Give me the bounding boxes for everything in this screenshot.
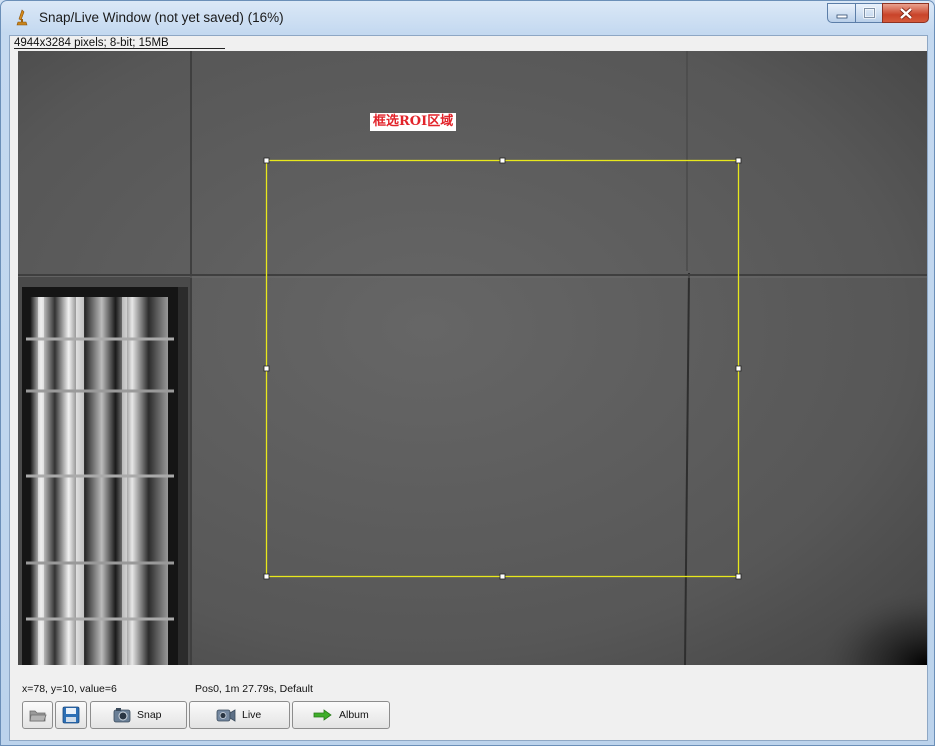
open-button[interactable] <box>22 701 53 729</box>
floppy-disk-icon <box>62 706 80 724</box>
roi-annotation-label: 框选ROI区域 <box>370 113 457 131</box>
roi-handle[interactable] <box>263 365 270 372</box>
camera-image <box>18 51 927 665</box>
roi-handle[interactable] <box>735 365 742 372</box>
snap-button[interactable]: Snap <box>90 701 187 729</box>
title-bar[interactable]: Snap/Live Window (not yet saved) (16%) <box>1 1 934 35</box>
snap-label: Snap <box>137 709 162 721</box>
album-label: Album <box>339 709 369 721</box>
maximize-button[interactable] <box>855 3 883 23</box>
save-button[interactable] <box>55 701 87 729</box>
folder-icon <box>29 710 47 722</box>
image-canvas[interactable]: 框选ROI区域 <box>18 51 927 665</box>
close-icon <box>899 7 913 20</box>
maximize-icon <box>863 7 876 19</box>
live-label: Live <box>242 709 262 721</box>
camera-icon <box>113 708 131 723</box>
live-button[interactable]: Live <box>189 701 290 729</box>
roi-handle[interactable] <box>263 573 270 580</box>
minimize-button[interactable] <box>827 3 856 23</box>
cursor-status: x=78, y=10, value=6 <box>22 683 117 695</box>
roi-handle[interactable] <box>735 573 742 580</box>
imagej-microscope-icon <box>15 9 29 27</box>
window-title: Snap/Live Window (not yet saved) (16%) <box>39 10 284 25</box>
album-button[interactable]: Album <box>292 701 390 729</box>
position-status: Pos0, 1m 27.79s, Default <box>195 683 313 695</box>
roi-handle[interactable] <box>735 157 742 164</box>
image-info-underline <box>14 48 225 49</box>
roi-handle[interactable] <box>499 157 506 164</box>
roi-handle[interactable] <box>499 573 506 580</box>
snap-live-window: Snap/Live Window (not yet saved) (16%) 4… <box>0 0 935 746</box>
window-content: 4944x3284 pixels; 8-bit; 15MB 框选ROI区域 x=… <box>9 35 928 741</box>
close-button[interactable] <box>882 3 929 23</box>
green-arrow-right-icon <box>313 709 332 721</box>
roi-handle[interactable] <box>263 157 270 164</box>
minimize-icon <box>836 14 848 19</box>
video-camera-icon <box>216 709 236 722</box>
